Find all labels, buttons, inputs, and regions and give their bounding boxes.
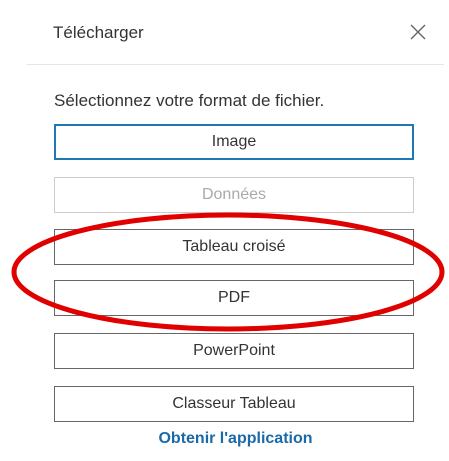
tableau-workbook-button[interactable]: Classeur Tableau: [54, 386, 414, 422]
pdf-button[interactable]: PDF: [54, 280, 414, 316]
data-button: Données: [54, 177, 414, 213]
screenshot: Télécharger Sélectionnez votre format de…: [0, 0, 449, 461]
image-button[interactable]: Image: [54, 124, 414, 160]
format-prompt: Sélectionnez votre format de fichier.: [54, 91, 325, 110]
crosstab-button[interactable]: Tableau croisé: [54, 229, 414, 265]
get-app-link[interactable]: Obtenir l'application: [27, 430, 444, 448]
dialog-header: Télécharger: [27, 0, 444, 65]
download-dialog: Télécharger Sélectionnez votre format de…: [27, 0, 444, 461]
close-icon[interactable]: [408, 22, 428, 42]
dialog-title: Télécharger: [53, 23, 144, 42]
powerpoint-button[interactable]: PowerPoint: [54, 333, 414, 369]
